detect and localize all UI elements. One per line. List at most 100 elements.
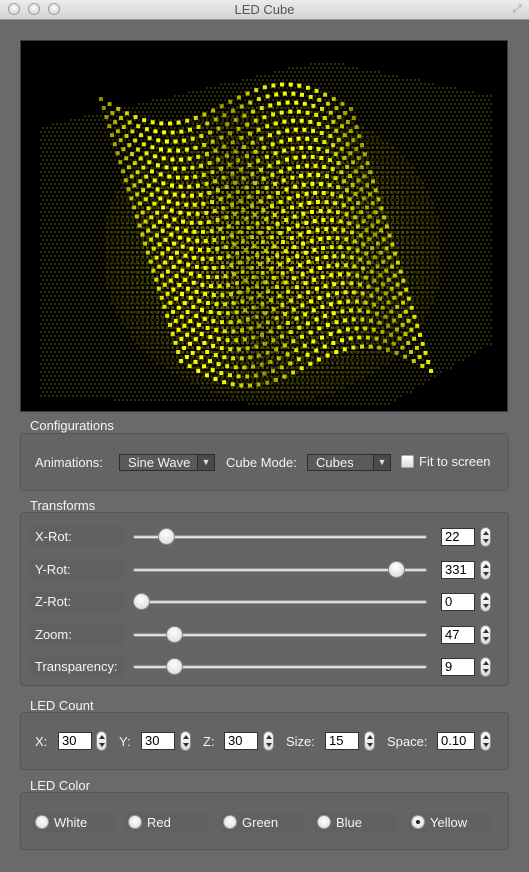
led — [454, 183, 456, 185]
led — [74, 199, 76, 201]
led — [134, 151, 136, 153]
led — [324, 259, 326, 261]
led — [430, 159, 432, 161]
led — [482, 183, 484, 185]
led — [100, 155, 102, 157]
led — [106, 159, 108, 161]
led — [68, 139, 70, 141]
led — [442, 143, 444, 145]
led — [144, 259, 146, 261]
led — [106, 167, 108, 169]
led — [408, 131, 410, 133]
led — [482, 255, 484, 257]
led — [478, 175, 480, 177]
led — [60, 203, 62, 205]
led — [82, 135, 84, 137]
led — [242, 79, 244, 81]
led — [398, 239, 400, 241]
led-cube-viewport[interactable] — [20, 40, 508, 412]
led — [56, 203, 58, 205]
led — [450, 231, 452, 233]
led — [390, 143, 392, 145]
led — [434, 103, 436, 105]
led — [388, 179, 390, 181]
led — [358, 103, 360, 105]
led — [328, 139, 330, 141]
led — [416, 115, 418, 117]
led — [134, 159, 136, 161]
led — [210, 95, 212, 97]
led — [468, 131, 470, 133]
led — [442, 239, 444, 241]
led — [174, 255, 176, 257]
fullscreen-icon[interactable]: ⤢ — [511, 3, 523, 15]
led — [474, 143, 476, 145]
led — [342, 63, 344, 65]
minimize-window-icon[interactable] — [28, 3, 40, 15]
led — [286, 79, 288, 81]
led — [424, 147, 426, 149]
led — [114, 239, 116, 241]
led — [304, 107, 306, 109]
led — [406, 239, 408, 241]
zoom-window-icon[interactable] — [48, 3, 60, 15]
led — [352, 67, 354, 69]
led — [264, 195, 266, 197]
led — [324, 171, 326, 173]
led — [88, 179, 90, 181]
led — [406, 87, 408, 89]
led — [42, 207, 44, 209]
led — [44, 195, 46, 197]
led — [216, 259, 218, 261]
led — [452, 251, 454, 253]
led — [438, 199, 440, 201]
led — [418, 199, 420, 201]
led — [48, 211, 50, 213]
led — [466, 175, 468, 177]
led — [374, 175, 376, 177]
led — [104, 211, 106, 213]
led — [76, 171, 78, 173]
led — [84, 179, 86, 181]
led — [418, 239, 420, 241]
led — [334, 103, 336, 105]
led — [234, 263, 236, 265]
led — [466, 215, 468, 217]
led — [184, 131, 186, 133]
led — [70, 239, 72, 241]
led — [86, 167, 88, 169]
led — [294, 167, 296, 169]
led — [374, 87, 376, 89]
led — [80, 123, 82, 125]
led — [386, 159, 388, 161]
led — [140, 115, 142, 117]
led — [348, 75, 350, 77]
led — [330, 87, 332, 89]
led — [364, 131, 366, 133]
led — [74, 159, 76, 161]
led — [482, 223, 484, 225]
led — [52, 155, 54, 157]
led — [74, 255, 76, 257]
led — [314, 63, 316, 65]
led — [40, 251, 42, 253]
led — [400, 131, 402, 133]
led — [366, 111, 368, 113]
led — [402, 151, 404, 153]
led — [428, 163, 430, 165]
led — [344, 91, 346, 93]
led — [476, 259, 478, 261]
led — [178, 103, 180, 105]
led — [328, 107, 330, 109]
led — [456, 115, 458, 117]
led — [228, 259, 230, 261]
close-window-icon[interactable] — [8, 3, 20, 15]
led — [422, 87, 424, 89]
led — [408, 107, 410, 109]
led — [284, 203, 286, 205]
led — [454, 111, 456, 113]
led — [438, 119, 440, 121]
led — [224, 243, 226, 245]
led — [314, 71, 316, 73]
led — [480, 155, 482, 157]
